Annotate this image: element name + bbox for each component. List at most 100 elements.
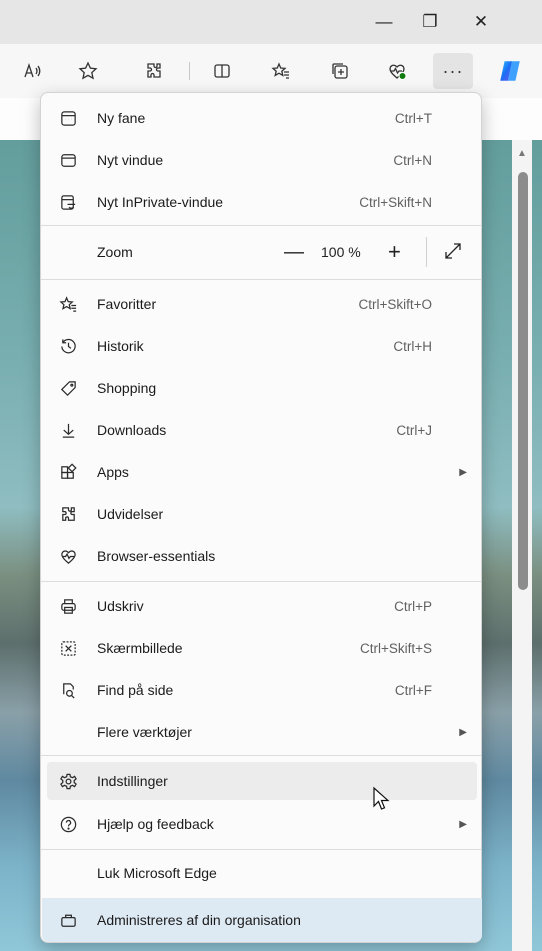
title-bar: — ❐ ✕: [0, 0, 542, 44]
menu-item-screenshot[interactable]: Skærmbillede Ctrl+Skift+S: [47, 629, 477, 667]
split-screen-icon: [214, 64, 230, 78]
read-aloud-button[interactable]: [12, 53, 52, 89]
settings-and-more-menu: Ny fane Ctrl+T Nyt vindue Ctrl+N Nyt InP…: [40, 92, 482, 943]
menu-item-label: Indstillinger: [97, 773, 168, 789]
fullscreen-icon: [445, 243, 461, 259]
menu-item-label: Downloads: [97, 422, 167, 438]
menu-divider: [41, 849, 481, 850]
scrollbar-thumb[interactable]: [518, 172, 528, 590]
menu-item-label: Apps: [97, 464, 129, 480]
menu-item-label: Shopping: [97, 380, 157, 396]
menu-item-shortcut: Ctrl+Skift+S: [359, 640, 432, 656]
add-favorite-button[interactable]: [68, 53, 108, 89]
menu-divider: [41, 225, 481, 226]
extensions-button[interactable]: [134, 53, 174, 89]
menu-item-shortcut: Ctrl+J: [396, 422, 432, 438]
printer-icon: [57, 595, 79, 617]
collections-icon: [332, 63, 348, 79]
menu-item-shortcut: Ctrl+F: [394, 682, 432, 698]
toolbar-divider: [189, 62, 190, 80]
menu-item-more-tools[interactable]: Flere værktøjer ▶: [47, 713, 477, 751]
menu-item-apps[interactable]: Apps ▶: [47, 453, 477, 491]
restore-icon: ❐: [422, 12, 438, 31]
menu-item-new-tab[interactable]: Ny fane Ctrl+T: [47, 99, 477, 137]
menu-item-managed-by-organisation[interactable]: Administreres af din organisation: [47, 901, 477, 939]
extensions-icon: [57, 503, 79, 525]
menu-item-zoom: Zoom — 100 % +: [47, 233, 477, 271]
close-window-button[interactable]: ✕: [458, 0, 504, 44]
scroll-up-arrow-icon[interactable]: ▲: [516, 148, 528, 160]
browser-essentials-button[interactable]: [377, 53, 417, 89]
submenu-arrow-icon: ▶: [459, 726, 467, 738]
browser-toolbar: ···: [0, 44, 542, 98]
read-aloud-icon: [24, 62, 41, 78]
menu-item-label: Luk Microsoft Edge: [97, 865, 217, 881]
zoom-out-button[interactable]: —: [284, 241, 304, 264]
new-window-icon: [57, 149, 79, 171]
menu-item-settings[interactable]: Indstillinger: [47, 762, 477, 800]
menu-divider: [41, 581, 481, 582]
menu-item-label: Administreres af din organisation: [97, 912, 301, 928]
briefcase-icon: [57, 909, 79, 931]
submenu-arrow-icon: ▶: [459, 466, 467, 478]
menu-item-label: Ny fane: [97, 110, 146, 126]
menu-item-extensions[interactable]: Udvidelser: [47, 495, 477, 533]
menu-item-shortcut: Ctrl+H: [393, 338, 432, 354]
menu-item-label: Skærmbillede: [97, 640, 183, 656]
copilot-icon: [500, 61, 520, 81]
submenu-arrow-icon: ▶: [459, 818, 467, 830]
menu-item-shortcut: Ctrl+P: [394, 598, 432, 614]
menu-item-label: Nyt InPrivate-vindue: [97, 194, 224, 210]
minimize-icon: —: [375, 12, 393, 31]
close-icon: ✕: [473, 12, 489, 31]
menu-item-close-edge[interactable]: Luk Microsoft Edge: [47, 854, 477, 892]
menu-item-new-window[interactable]: Nyt vindue Ctrl+N: [47, 141, 477, 179]
history-icon: [57, 335, 79, 357]
menu-item-shopping[interactable]: Shopping: [47, 369, 477, 407]
menu-item-favorites[interactable]: Favoritter Ctrl+Skift+O: [47, 285, 477, 323]
menu-item-browser-essentials[interactable]: Browser-essentials: [47, 537, 477, 575]
zoom-in-button[interactable]: +: [388, 239, 401, 265]
restore-button[interactable]: ❐: [407, 0, 453, 44]
menu-item-shortcut: Ctrl+N: [393, 152, 432, 168]
zoom-label: Zoom: [97, 244, 133, 260]
more-button[interactable]: ···: [433, 53, 473, 89]
menu-item-find-on-page[interactable]: Find på side Ctrl+F: [47, 671, 477, 709]
menu-divider: [41, 755, 481, 756]
menu-item-history[interactable]: Historik Ctrl+H: [47, 327, 477, 365]
favorites-icon: [57, 293, 79, 315]
menu-item-label: Historik: [97, 338, 144, 354]
minimize-button[interactable]: —: [361, 0, 407, 44]
copilot-button[interactable]: [490, 53, 530, 89]
zoom-divider: [426, 237, 427, 267]
menu-item-help-feedback[interactable]: Hjælp og feedback ▶: [47, 805, 477, 843]
inprivate-icon: [57, 191, 79, 213]
find-page-icon: [57, 679, 79, 701]
menu-item-label: Udskriv: [97, 598, 144, 614]
favorites-button[interactable]: [261, 53, 301, 89]
menu-item-shortcut: Ctrl+Skift+N: [359, 194, 432, 210]
menu-item-label: Hjælp og feedback: [97, 816, 214, 832]
screenshot-icon: [57, 637, 79, 659]
heart-pulse-icon: [57, 545, 79, 567]
menu-item-print[interactable]: Udskriv Ctrl+P: [47, 587, 477, 625]
split-screen-button[interactable]: [202, 53, 242, 89]
menu-item-label: Find på side: [97, 682, 174, 698]
collections-button[interactable]: [320, 53, 360, 89]
menu-divider: [41, 279, 481, 280]
help-icon: [57, 813, 79, 835]
favorite-star-icon: [78, 61, 98, 80]
mouse-cursor-icon: [373, 786, 390, 810]
menu-item-label: Favoritter: [97, 296, 157, 312]
download-icon: [57, 419, 79, 441]
zoom-level: 100 %: [321, 244, 361, 260]
menu-item-new-inprivate-window[interactable]: Nyt InPrivate-vindue Ctrl+Skift+N: [47, 183, 477, 221]
favorites-icon: [271, 62, 289, 79]
apps-icon: [57, 461, 79, 483]
menu-item-downloads[interactable]: Downloads Ctrl+J: [47, 411, 477, 449]
menu-item-label: Nyt vindue: [97, 152, 164, 168]
menu-item-label: Browser-essentials: [97, 548, 216, 564]
shopping-tag-icon: [57, 377, 79, 399]
gear-icon: [57, 770, 79, 792]
fullscreen-button[interactable]: [443, 241, 465, 263]
